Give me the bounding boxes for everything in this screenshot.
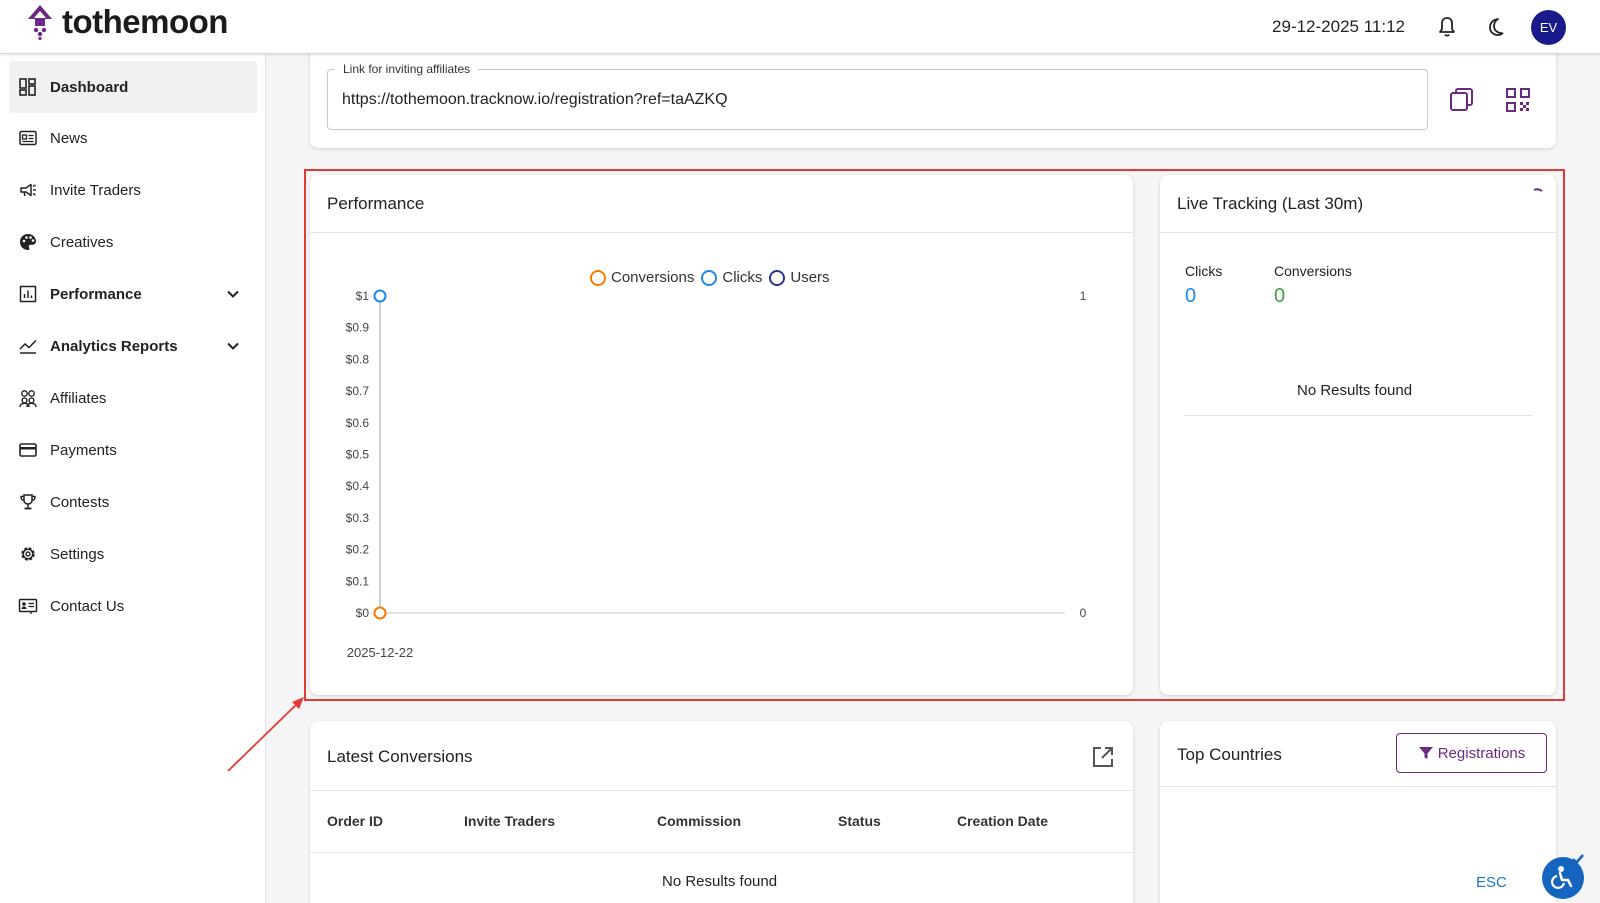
empty-message: No Results found (1297, 382, 1413, 399)
divider (1160, 232, 1556, 233)
sidebar-item-label: News (50, 129, 88, 147)
data-point-clicks (373, 289, 387, 303)
divider (310, 232, 1133, 233)
sidebar-item-label: Invite Traders (50, 181, 141, 199)
sidebar-item-label: Creatives (50, 233, 114, 251)
clicks-label: Clicks (1185, 263, 1223, 279)
loading-spinner-icon (1533, 188, 1543, 192)
logo-text: tothemoon (62, 3, 228, 40)
y2-tick-label: 0 (1080, 606, 1087, 620)
column-header-status: Status (838, 813, 881, 829)
check-icon (1572, 854, 1584, 865)
y-tick-label: $0.2 (346, 543, 370, 557)
open-external-icon[interactable] (1091, 745, 1115, 769)
sidebar-item-creatives[interactable]: Creatives (9, 216, 257, 268)
y-tick-label: $0.5 (346, 448, 370, 462)
top-header: tothemoon 29-12-2025 11:12 EV (0, 0, 1600, 54)
divider (1185, 415, 1532, 416)
contact-icon (18, 598, 38, 614)
moon-icon[interactable] (1483, 15, 1507, 39)
performance-chart: $0 $0.1 $0.2 $0.3 $0.4 $0.5 $0.6 $0.7 $0.8 $0.9 $1… (346, 289, 1087, 660)
latest-conversions-card: Latest Conversions No Results found (310, 721, 1133, 903)
divider (1160, 786, 1556, 787)
qr-code-icon[interactable] (1504, 86, 1532, 114)
y-tick-label: $0.6 (346, 416, 370, 430)
column-header-commission: Commission (657, 813, 742, 829)
y-tick-label: $0.8 (346, 352, 370, 366)
divider (310, 790, 1133, 791)
sidebar-item-analytics-reports[interactable]: Analytics Reports (9, 320, 257, 372)
y-tick-label: $0.4 (346, 479, 370, 493)
copy-icon[interactable] (1448, 86, 1476, 114)
column-header-order-id: Order ID (327, 813, 384, 829)
live-tracking-title: Live Tracking (Last 30m) (1177, 194, 1364, 213)
y2-tick-label: 1 (1080, 289, 1087, 303)
y-tick-label: $1 (356, 289, 370, 303)
y-tick-label: $0.9 (346, 321, 370, 335)
sidebar-item-label: Settings (50, 545, 105, 563)
latest-conversions-title: Latest Conversions (327, 747, 473, 766)
sidebar-item-settings[interactable]: Settings (9, 528, 257, 580)
sidebar-item-label: Affiliates (50, 389, 107, 407)
sidebar-item-payments[interactable]: Payments (9, 424, 257, 476)
logo[interactable]: tothemoon (26, 4, 228, 40)
clicks-value: 0 (1185, 285, 1197, 307)
annotation-arrow (227, 697, 304, 772)
esc-label[interactable]: ESC (1476, 874, 1507, 891)
performance-title: Performance (327, 194, 425, 213)
live-tracking-card: Live Tracking (Last 30m) Clicks 0 Conver… (1160, 175, 1556, 695)
sidebar-item-dashboard[interactable]: Dashboard (9, 61, 257, 113)
bell-icon[interactable] (1435, 15, 1459, 39)
sidebar-item-contests[interactable]: Contests (9, 476, 257, 528)
column-header-invite-traders: Invite Traders (464, 813, 556, 829)
gear-icon (21, 547, 35, 561)
sidebar-item-performance[interactable]: Performance (9, 268, 257, 320)
sidebar-item-contact-us[interactable]: Contact Us (9, 580, 257, 632)
chevron-down-icon (227, 290, 239, 298)
invite-link-value[interactable]: https://tothemoon.tracknow.io/registrati… (342, 91, 728, 109)
registrations-filter-button[interactable]: Registrations (1396, 733, 1547, 773)
megaphone-icon (20, 183, 36, 197)
sidebar-item-affiliates[interactable]: Affiliates (9, 372, 257, 424)
divider (310, 852, 1133, 853)
sidebar-item-label: Contests (50, 493, 110, 511)
palette-icon (20, 234, 36, 250)
y-tick-label: $0.1 (346, 574, 370, 588)
sidebar-item-invite-traders[interactable]: Invite Traders (9, 164, 257, 216)
y-tick-label: $0.3 (346, 511, 370, 525)
sidebar: Dashboard News Invite Traders Creatives … (0, 54, 266, 903)
data-point-conversions (373, 606, 387, 620)
conversions-label: Conversions (1274, 263, 1352, 279)
sidebar-item-label: Payments (50, 441, 117, 459)
accessibility-button[interactable] (1542, 854, 1584, 899)
empty-message: No Results found (662, 873, 778, 890)
sidebar-item-label: Performance (50, 285, 142, 303)
current-datetime: 29-12-2025 11:12 (1272, 17, 1405, 36)
header-actions: 29-12-2025 11:12 EV (1272, 0, 1600, 54)
trend-line-icon (19, 339, 37, 354)
sidebar-item-news[interactable]: News (9, 112, 257, 164)
sidebar-item-label: Dashboard (50, 78, 129, 96)
y-tick-label: $0.7 (346, 384, 370, 398)
news-icon (19, 130, 37, 146)
accessibility-icon (1551, 866, 1573, 889)
top-countries-title: Top Countries (1177, 745, 1282, 764)
sidebar-item-label: Analytics Reports (50, 337, 178, 355)
chevron-down-icon (227, 342, 239, 350)
people-icon (19, 390, 37, 408)
y-tick-label: $0 (356, 606, 370, 620)
filter-icon (1418, 747, 1433, 759)
sidebar-item-label: Contact Us (50, 597, 125, 615)
x-tick-label: 2025-12-22 (347, 645, 414, 660)
registrations-label: Registrations (1437, 744, 1526, 762)
invite-link-label: Link for inviting affiliates (335, 62, 479, 76)
conversions-value: 0 (1274, 285, 1286, 307)
user-avatar[interactable]: EV (1531, 9, 1566, 45)
bar-chart-icon (19, 285, 37, 303)
column-header-creation-date: Creation Date (957, 813, 1049, 829)
dashboard-icon (19, 78, 36, 96)
card-icon (19, 443, 37, 457)
trophy-icon (20, 494, 36, 510)
rocket-logo-icon (28, 5, 52, 40)
